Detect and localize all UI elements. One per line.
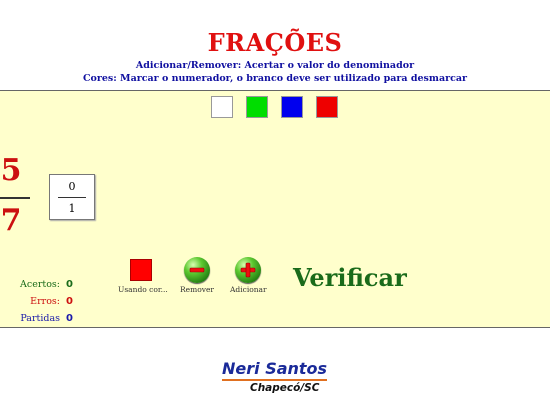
remove-button[interactable] [184,257,210,283]
page-title: FRAÇÕES [207,28,343,57]
answer-denominator: 1 [68,202,76,215]
color-swatch-blue[interactable] [281,96,303,118]
using-color-label: Usando cor... [118,285,168,294]
author-name: Neri Santos [222,360,328,381]
add-button[interactable] [235,257,261,283]
add-label: Adicionar [230,285,267,294]
target-numerator: 5 [0,153,22,188]
color-swatch-red[interactable] [316,96,338,118]
answer-fraction-box[interactable]: 0 1 [49,174,95,220]
answer-fraction-bar [58,197,86,198]
verify-button[interactable]: Verificar [293,263,407,292]
game-panel: 5 7 0 1 Acertos: 0 Erros: 0 Partidas 0 U… [0,90,550,328]
games-label: Partidas [20,313,60,324]
current-color-button[interactable] [130,259,152,281]
errors-value: 0 [66,296,73,307]
hits-value: 0 [66,279,73,290]
remove-label: Remover [180,285,214,294]
target-fraction-bar [0,197,30,199]
plus-icon [240,262,256,278]
errors-label: Erros: [30,296,60,307]
instruction-add-remove: Adicionar/Remover: Acertar o valor do de… [135,60,415,71]
hits-label: Acertos: [20,279,60,290]
answer-numerator: 0 [68,180,76,193]
color-swatch-white[interactable] [211,96,233,118]
author-city: Chapecó/SC [250,382,320,394]
minus-icon [189,267,205,273]
games-value: 0 [66,313,73,324]
color-swatch-green[interactable] [246,96,268,118]
instruction-colors: Cores: Marcar o numerador, o branco deve… [82,73,468,84]
target-denominator: 7 [0,203,22,238]
